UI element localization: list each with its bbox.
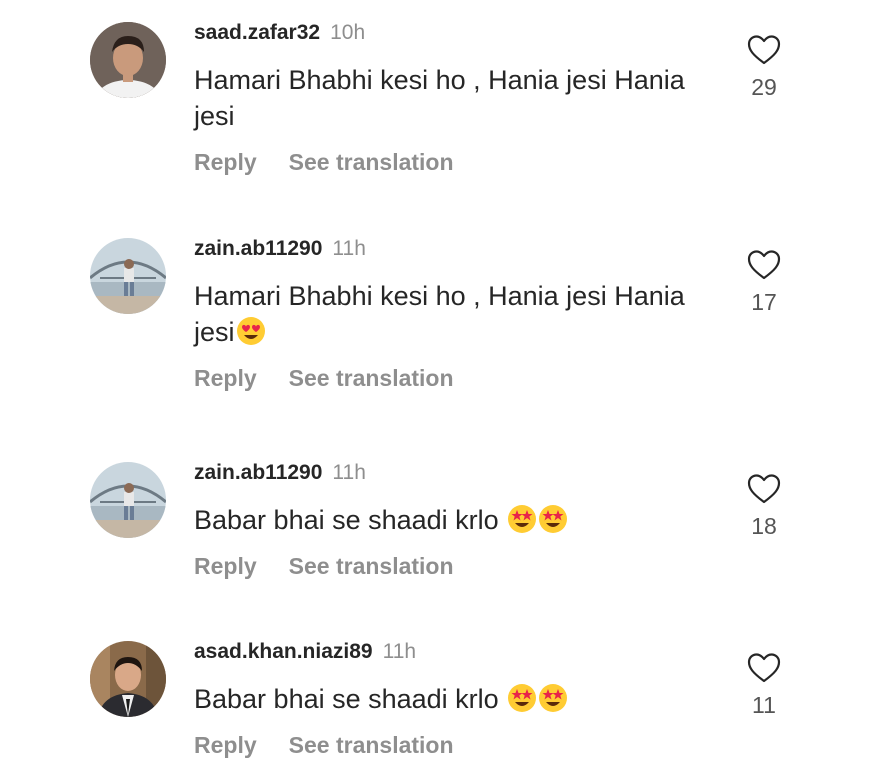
comment-actions: Reply See translation bbox=[194, 364, 454, 392]
star-struck-emoji-icon bbox=[507, 683, 537, 713]
star-struck-emoji-icon bbox=[538, 683, 568, 713]
timestamp: 11h bbox=[332, 237, 366, 260]
reply-button[interactable]: Reply bbox=[194, 732, 257, 758]
heart-outline-icon[interactable] bbox=[747, 652, 781, 684]
see-translation-button[interactable]: See translation bbox=[289, 553, 454, 579]
heart-outline-icon[interactable] bbox=[747, 249, 781, 281]
username[interactable]: asad.khan.niazi89 bbox=[194, 640, 373, 663]
see-translation-button[interactable]: See translation bbox=[289, 732, 454, 758]
avatar-photo bbox=[90, 238, 166, 314]
comment-body: Hamari Bhabhi kesi ho , Hania jesi Hania… bbox=[194, 281, 685, 347]
comment-meta: zain.ab11290 11h bbox=[194, 460, 366, 486]
avatar-photo bbox=[90, 462, 166, 538]
like-count: 18 bbox=[751, 513, 777, 539]
avatar-photo bbox=[90, 641, 166, 717]
reply-button[interactable]: Reply bbox=[194, 553, 257, 579]
star-struck-emoji-icon bbox=[538, 504, 568, 534]
reply-button[interactable]: Reply bbox=[194, 365, 257, 391]
like-area: 29 bbox=[744, 34, 784, 101]
like-area: 18 bbox=[744, 473, 784, 540]
timestamp: 10h bbox=[330, 21, 366, 44]
like-count: 17 bbox=[751, 289, 777, 315]
comment-meta: saad.zafar32 10h bbox=[194, 20, 365, 46]
username[interactable]: zain.ab11290 bbox=[194, 237, 322, 260]
avatar[interactable] bbox=[90, 462, 166, 538]
comment-body: Hamari Bhabhi kesi ho , Hania jesi Hania… bbox=[194, 65, 685, 131]
timestamp: 11h bbox=[332, 461, 366, 484]
comment-actions: Reply See translation bbox=[194, 552, 454, 580]
comment-text: Hamari Bhabhi kesi ho , Hania jesi Hania… bbox=[194, 278, 714, 350]
username[interactable]: zain.ab11290 bbox=[194, 461, 322, 484]
comment-text: Babar bhai se shaadi krlo bbox=[194, 502, 714, 538]
star-struck-emoji-icon bbox=[507, 504, 537, 534]
comment-body: Babar bhai se shaadi krlo bbox=[194, 505, 507, 535]
heart-outline-icon[interactable] bbox=[747, 473, 781, 505]
avatar[interactable] bbox=[90, 238, 166, 314]
like-area: 11 bbox=[744, 652, 784, 719]
comment-text: Babar bhai se shaadi krlo bbox=[194, 681, 714, 717]
like-count: 11 bbox=[752, 692, 776, 718]
heart-eyes-emoji-icon bbox=[236, 316, 266, 346]
like-count: 29 bbox=[751, 74, 777, 100]
avatar[interactable] bbox=[90, 641, 166, 717]
timestamp: 11h bbox=[382, 640, 417, 663]
avatar-photo bbox=[90, 22, 166, 98]
reply-button[interactable]: Reply bbox=[194, 149, 257, 175]
comment-text: Hamari Bhabhi kesi ho , Hania jesi Hania… bbox=[194, 62, 714, 134]
avatar[interactable] bbox=[90, 22, 166, 98]
like-area: 17 bbox=[744, 249, 784, 316]
heart-outline-icon[interactable] bbox=[747, 34, 781, 66]
comment-meta: asad.khan.niazi89 11h bbox=[194, 639, 416, 665]
comment-actions: Reply See translation bbox=[194, 148, 454, 176]
see-translation-button[interactable]: See translation bbox=[289, 149, 454, 175]
comment-actions: Reply See translation bbox=[194, 731, 454, 759]
username[interactable]: saad.zafar32 bbox=[194, 21, 320, 44]
comment-body: Babar bhai se shaadi krlo bbox=[194, 684, 507, 714]
see-translation-button[interactable]: See translation bbox=[289, 365, 454, 391]
comment-meta: zain.ab11290 11h bbox=[194, 236, 366, 262]
